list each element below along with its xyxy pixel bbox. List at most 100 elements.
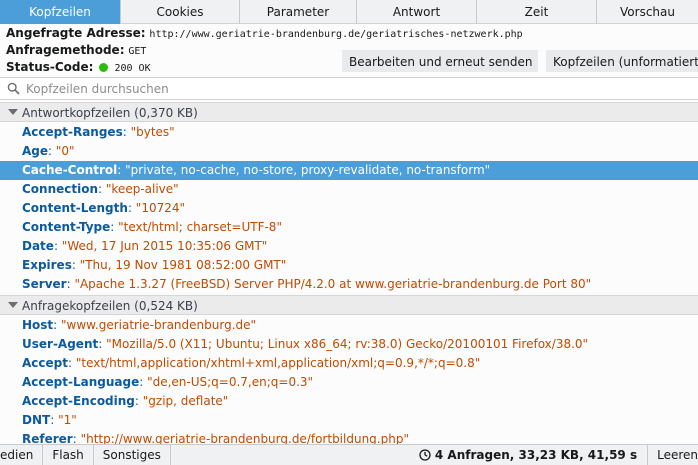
request-headers-section[interactable]: Anfragekopfzeilen (0,524 KB) xyxy=(0,295,698,315)
response-headers-title: Antwortkopfzeilen (0,370 KB) xyxy=(22,106,198,120)
header-value: "Mozilla/5.0 (X11; Ubuntu; Linux x86_64;… xyxy=(106,337,589,351)
request-headers-title: Anfragekopfzeilen (0,524 KB) xyxy=(22,299,198,313)
header-colon: : xyxy=(48,144,56,158)
header-filter-input[interactable] xyxy=(26,80,686,97)
header-value: "Apache 1.3.27 (FreeBSD) Server PHP/4.2.… xyxy=(74,277,592,291)
header-value: "keep-alive" xyxy=(105,182,179,196)
network-summary-text: 4 Anfragen, 33,23 KB, 41,59 s xyxy=(434,448,638,462)
header-value: "Wed, 17 Jun 2015 10:35:06 GMT" xyxy=(61,239,268,253)
header-filter-bar xyxy=(0,77,698,100)
header-colon: : xyxy=(139,375,148,389)
status-indicator-icon xyxy=(99,63,109,72)
header-value: "private, no-cache, no-store, proxy-reva… xyxy=(125,163,491,177)
request-method-label: Anfragemethode: xyxy=(6,43,125,57)
request-summary: Angefragte Adresse: http://www.geriatrie… xyxy=(0,25,698,76)
status-code-label: Status-Code: xyxy=(6,60,94,74)
filter-other-button[interactable]: Sonstiges xyxy=(94,444,171,465)
header-value: "Thu, 19 Nov 1981 08:52:00 GMT" xyxy=(79,258,287,272)
status-code-value: 200 OK xyxy=(114,63,151,74)
network-toolbar-bottom: edien Flash Sonstiges 4 Anfragen, 33,23 … xyxy=(0,444,698,465)
tab-antwort[interactable]: Antwort xyxy=(357,0,477,24)
header-key: Date xyxy=(22,239,54,253)
header-value: "http://www.geriatrie-brandenburg.de/for… xyxy=(80,432,409,444)
header-value: "10724" xyxy=(135,201,186,215)
header-key: User-Agent xyxy=(22,337,99,351)
header-key: Accept-Ranges xyxy=(22,125,123,139)
header-row[interactable]: DNT: "1" xyxy=(0,411,698,430)
tab-kopfzeilen[interactable]: Kopfzeilen xyxy=(0,0,121,24)
header-key: Connection xyxy=(22,182,99,196)
header-key: Accept-Encoding xyxy=(22,394,135,408)
header-key: Server xyxy=(22,277,67,291)
header-row[interactable]: Accept-Language: "de,en-US;q=0.7,en;q=0.… xyxy=(0,373,698,392)
header-colon: : xyxy=(67,356,76,370)
header-value: "bytes" xyxy=(130,125,175,139)
filter-media-button[interactable]: edien xyxy=(0,444,44,465)
clock-icon xyxy=(419,449,431,461)
header-colon: : xyxy=(134,394,143,408)
header-colon: : xyxy=(110,220,119,234)
tab-vorschau[interactable]: Vorschau xyxy=(597,0,698,24)
clear-button[interactable]: Leeren xyxy=(647,444,698,465)
header-colon: : xyxy=(72,432,81,444)
tab-parameter[interactable]: Parameter xyxy=(240,0,357,24)
network-summary-status[interactable]: 4 Anfragen, 33,23 KB, 41,59 s xyxy=(415,445,647,465)
header-row[interactable]: Server: "Apache 1.3.27 (FreeBSD) Server … xyxy=(0,275,698,294)
request-url-line: Angefragte Adresse: http://www.geriatrie… xyxy=(6,25,523,42)
header-key: Age xyxy=(22,144,49,158)
header-key: Accept-Language xyxy=(22,375,140,389)
header-colon: : xyxy=(53,239,62,253)
header-row[interactable]: Accept-Ranges: "bytes" xyxy=(0,123,698,142)
header-row[interactable]: Accept-Encoding: "gzip, deflate" xyxy=(0,392,698,411)
header-value: "1" xyxy=(58,413,77,427)
header-colon: : xyxy=(98,182,106,196)
request-url-label: Angefragte Adresse: xyxy=(6,26,146,40)
header-key: Content-Length xyxy=(22,201,128,215)
header-value: "www.geriatrie-brandenburg.de" xyxy=(61,318,257,332)
header-key: Cache-Control xyxy=(22,163,118,177)
search-icon xyxy=(7,82,20,95)
header-value: "0" xyxy=(55,144,75,158)
header-row[interactable]: Content-Length: "10724" xyxy=(0,199,698,218)
collapse-triangle-icon[interactable] xyxy=(8,109,18,115)
collapse-triangle-icon[interactable] xyxy=(8,302,18,308)
header-value: "text/html,application/xhtml+xml,applica… xyxy=(75,356,481,370)
details-tabbar: Kopfzeilen Cookies Parameter Antwort Zei… xyxy=(0,0,698,24)
status-code-line: Status-Code: 200 OK xyxy=(6,59,151,76)
header-row[interactable]: Expires: "Thu, 19 Nov 1981 08:52:00 GMT" xyxy=(0,256,698,275)
header-key: Expires xyxy=(22,258,72,272)
raw-headers-button[interactable]: Kopfzeilen (unformatiert) xyxy=(546,50,698,72)
tab-cookies[interactable]: Cookies xyxy=(121,0,240,24)
header-key: Accept xyxy=(22,356,68,370)
header-value: "gzip, deflate" xyxy=(142,394,229,408)
header-colon: : xyxy=(53,318,62,332)
header-row[interactable]: Accept: "text/html,application/xhtml+xml… xyxy=(0,354,698,373)
header-colon: : xyxy=(98,337,107,351)
header-colon: : xyxy=(122,125,131,139)
header-row[interactable]: Host: "www.geriatrie-brandenburg.de" xyxy=(0,316,698,335)
header-row[interactable]: Content-Type: "text/html; charset=UTF-8" xyxy=(0,218,698,237)
header-row[interactable]: Age: "0" xyxy=(0,142,698,161)
header-row[interactable]: Connection: "keep-alive" xyxy=(0,180,698,199)
header-value: "de,en-US;q=0.7,en;q=0.3" xyxy=(147,375,314,389)
header-colon: : xyxy=(50,413,59,427)
header-value: "text/html; charset=UTF-8" xyxy=(118,220,282,234)
request-url-value: http://www.geriatrie-brandenburg.de/geri… xyxy=(149,29,523,40)
header-row[interactable]: Date: "Wed, 17 Jun 2015 10:35:06 GMT" xyxy=(0,237,698,256)
header-key: Content-Type xyxy=(22,220,111,234)
header-colon: : xyxy=(71,258,80,272)
filter-flash-button[interactable]: Flash xyxy=(43,444,94,465)
tab-zeit[interactable]: Zeit xyxy=(477,0,597,24)
header-row-selected[interactable]: Cache-Control: "private, no-cache, no-st… xyxy=(0,161,698,180)
header-key: DNT xyxy=(22,413,51,427)
header-key: Referer xyxy=(22,432,73,444)
header-colon: : xyxy=(127,201,136,215)
header-row[interactable]: Referer: "http://www.geriatrie-brandenbu… xyxy=(0,430,698,444)
header-key: Host xyxy=(22,318,54,332)
header-colon: : xyxy=(117,163,126,177)
response-headers-section[interactable]: Antwortkopfzeilen (0,370 KB) xyxy=(0,102,698,122)
request-method-line: Anfragemethode: GET xyxy=(6,42,146,59)
edit-resend-button[interactable]: Bearbeiten und erneut senden xyxy=(342,50,538,72)
request-method-value: GET xyxy=(128,46,147,57)
header-row[interactable]: User-Agent: "Mozilla/5.0 (X11; Ubuntu; L… xyxy=(0,335,698,354)
